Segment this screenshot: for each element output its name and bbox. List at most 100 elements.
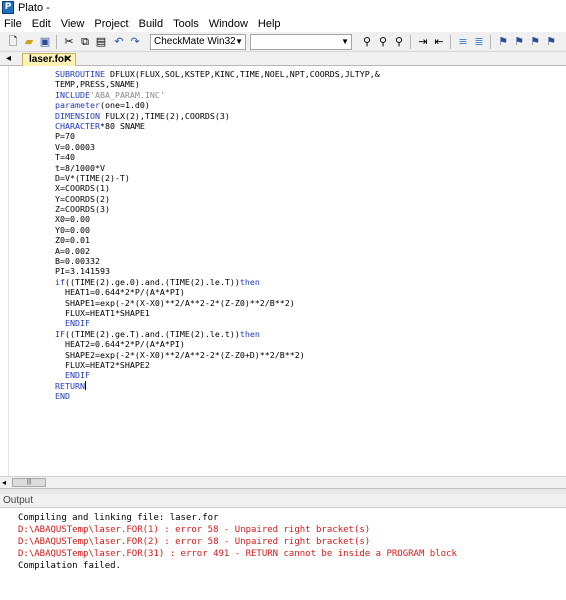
menu-edit[interactable]: Edit (28, 16, 57, 32)
clear-bookmarks-icon[interactable]: ⚑ (544, 35, 558, 49)
comment-icon[interactable]: ≡ (456, 35, 470, 49)
output-panel[interactable]: Compiling and linking file: laser.for D:\… (0, 508, 566, 600)
code-line[interactable]: P=70 (55, 131, 380, 141)
code-line[interactable]: Z0=0.01 (55, 235, 380, 245)
code-text: Y0=0.00 (55, 224, 90, 235)
prev-bookmark-icon[interactable]: ⚑ (528, 35, 542, 49)
code-text: X0=0.00 (55, 214, 90, 225)
uncomment-icon[interactable]: ≣ (472, 35, 486, 49)
menu-tools[interactable]: Tools (169, 16, 205, 32)
toolbar-separator (56, 35, 57, 49)
code-text: (one=1.d0) (99, 100, 150, 111)
code-line[interactable]: END (55, 391, 380, 401)
menu-window[interactable]: Window (205, 16, 254, 32)
output-error-line[interactable]: D:\ABAQUSTemp\laser.FOR(2) : error 58 - … (18, 536, 457, 548)
output-line[interactable]: Compiling and linking file: laser.for (18, 512, 457, 524)
code-keyword: ENDIF (55, 370, 90, 381)
scroll-thumb[interactable]: ||| (12, 478, 46, 487)
code-line[interactable]: PI=3.141593 (55, 266, 380, 276)
window-title: Plato - (18, 2, 50, 14)
find-in-files-icon[interactable]: ⚲ (392, 35, 406, 49)
output-lines: Compiling and linking file: laser.for D:\… (18, 512, 457, 572)
indent-icon[interactable]: ⇥ (416, 35, 430, 49)
code-text: HEAT2=0.644*2*P/(A*A*PI) (55, 339, 185, 350)
find-next-icon[interactable]: ⚲ (376, 35, 390, 49)
toolbar-separator (490, 35, 491, 49)
toolbar-separator (450, 35, 451, 49)
code-line[interactable]: INCLUDE'ABA_PARAM.INC' (55, 90, 380, 100)
code-text: PI=3.141593 (55, 266, 110, 277)
horizontal-scrollbar[interactable]: ◂ ||| (0, 476, 566, 488)
tab-laser-for[interactable]: laser.for ✕ (22, 53, 76, 66)
code-line[interactable]: Z=COORDS(3) (55, 204, 380, 214)
code-editor[interactable]: SUBROUTINE DFLUX(FLUX,SOL,KSTEP,KINC,TIM… (0, 66, 566, 476)
tab-label: laser.for (29, 54, 68, 65)
code-line[interactable]: X0=0.00 (55, 214, 380, 224)
code-line[interactable]: SHAPE2=exp(-2*(X-X0)**2/A**2-2*(Z-Z0+D)*… (55, 350, 380, 360)
code-text: P=70 (55, 131, 75, 142)
paste-icon[interactable]: ▤ (94, 35, 108, 49)
code-text: DFLUX(FLUX,SOL,KSTEP,KINC,TIME,NOEL,NPT,… (104, 69, 380, 79)
chevron-down-icon: ▼ (341, 37, 349, 46)
menu-project[interactable]: Project (90, 16, 134, 32)
menu-file[interactable]: File (0, 16, 28, 32)
code-line[interactable]: SHAPE1=exp(-2*(X-X0)**2/A**2-2*(Z-Z0)**2… (55, 298, 380, 308)
plato-app-icon[interactable]: P (2, 1, 14, 14)
code-keyword: INCLUDE (55, 89, 90, 100)
target-select[interactable]: ▼ (250, 34, 352, 50)
code-line[interactable]: A=0.002 (55, 246, 380, 256)
next-bookmark-icon[interactable]: ⚑ (512, 35, 526, 49)
code-line[interactable]: parameter(one=1.d0) (55, 100, 380, 110)
code-line[interactable]: TEMP,PRESS,SNAME) (55, 79, 380, 89)
code-line[interactable]: FLUX=HEAT1*SHAPE1 (55, 308, 380, 318)
new-file-icon[interactable]: 🗋 (6, 35, 20, 49)
outdent-icon[interactable]: ⇤ (432, 35, 446, 49)
menu-view[interactable]: View (57, 16, 91, 32)
code-line[interactable]: X=COORDS(1) (55, 183, 380, 193)
build-config-select[interactable]: CheckMate Win32 ▼ (150, 34, 246, 50)
menu-build[interactable]: Build (135, 16, 169, 32)
code-line[interactable]: HEAT2=0.644*2*P/(A*A*PI) (55, 339, 380, 349)
output-error-line[interactable]: D:\ABAQUSTemp\laser.FOR(1) : error 58 - … (18, 524, 457, 536)
code-line[interactable]: RETURN (55, 380, 380, 391)
code-line[interactable]: B=0.00332 (55, 256, 380, 266)
redo-icon[interactable]: ↷ (128, 35, 142, 49)
code-line[interactable]: T=40 (55, 152, 380, 162)
code-line[interactable]: ENDIF (55, 318, 380, 328)
code-text: FLUX=HEAT1*SHAPE1 (55, 307, 150, 318)
code-line[interactable]: V=0.0003 (55, 142, 380, 152)
code-line[interactable]: D=V*(TIME(2)-T) (55, 173, 380, 183)
save-icon[interactable]: ▣ (38, 35, 52, 49)
undo-icon[interactable]: ↶ (112, 35, 126, 49)
code-line[interactable]: SUBROUTINE DFLUX(FLUX,SOL,KSTEP,KINC,TIM… (55, 69, 380, 79)
code-line[interactable]: CHARACTER*80 SNAME (55, 121, 380, 131)
editor-gutter (8, 66, 9, 476)
code-line[interactable]: ENDIF (55, 370, 380, 380)
code-text: V=0.0003 (55, 141, 95, 152)
code-line[interactable]: DIMENSION FULX(2),TIME(2),COORDS(3) (55, 111, 380, 121)
code-keyword: CHARACTER (55, 120, 100, 131)
output-line[interactable]: Compilation failed. (18, 560, 457, 572)
copy-icon[interactable]: ⧉ (78, 35, 92, 49)
title-bar: P Plato - (0, 0, 566, 16)
tab-scroll-left-icon[interactable]: ◂ (6, 53, 11, 64)
code-line[interactable]: if((TIME(2).ge.0).and.(TIME(2).le.T))the… (55, 277, 380, 287)
scroll-left-arrow-icon[interactable]: ◂ (2, 477, 6, 488)
close-icon[interactable]: ✕ (64, 54, 72, 66)
output-error-line[interactable]: D:\ABAQUSTemp\laser.FOR(31) : error 491 … (18, 548, 457, 560)
code-line[interactable]: FLUX=HEAT2*SHAPE2 (55, 360, 380, 370)
open-folder-icon[interactable]: ▰ (22, 35, 36, 49)
code-text: D=V*(TIME(2)-T) (55, 172, 130, 183)
code-line[interactable]: t=8/1000*V (55, 163, 380, 173)
code-line[interactable]: HEAT1=0.644*2*P/(A*A*PI) (55, 287, 380, 297)
code-keyword: then (239, 328, 260, 339)
code-line[interactable]: Y0=0.00 (55, 225, 380, 235)
code-line[interactable]: IF((TIME(2).ge.T).and.(TIME(2).le.t))the… (55, 329, 380, 339)
code-content[interactable]: SUBROUTINE DFLUX(FLUX,SOL,KSTEP,KINC,TIM… (55, 69, 380, 402)
code-line[interactable]: Y=COORDS(2) (55, 194, 380, 204)
menu-help[interactable]: Help (254, 16, 287, 32)
binoculars-find-icon[interactable]: ⚲ (360, 35, 374, 49)
cut-icon[interactable]: ✂ (62, 35, 76, 49)
bookmark-icon[interactable]: ⚑ (496, 35, 510, 49)
code-text: FULX(2),TIME(2),COORDS(3) (99, 110, 230, 121)
